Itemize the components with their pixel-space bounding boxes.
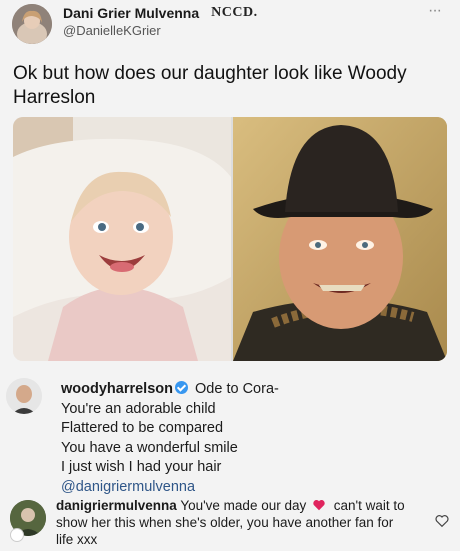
comment-username[interactable]: danigriermulvenna <box>56 498 177 513</box>
author-name-row: Dani Grier Mulvenna NCCD. <box>63 5 258 21</box>
heart-outline-icon[interactable] <box>434 513 450 529</box>
comment-text-before-emoji: You've made our day <box>180 498 307 513</box>
author-display-name[interactable]: Dani Grier Mulvenna <box>63 5 199 21</box>
tweet-media[interactable] <box>13 117 447 361</box>
comment-line-0: Ode to Cora- <box>195 381 279 397</box>
author-handle[interactable]: @DanielleKGrier <box>63 23 161 38</box>
ellipsis-icon[interactable]: ··· <box>428 2 442 20</box>
woody-photo <box>233 117 447 361</box>
comment-woody: woodyharrelson Ode to Cora- You're an ad… <box>61 380 279 497</box>
comment-username[interactable]: woodyharrelson <box>61 381 173 397</box>
comment-mention[interactable]: @danigriermulvenna <box>61 478 279 498</box>
comment-line-3: You have a wonderful smile <box>61 439 238 456</box>
comment-line-4: I just wish I had your hair <box>61 459 222 475</box>
profile-badge-icon <box>10 528 24 542</box>
baby-photo <box>13 117 231 361</box>
tweet-text: Ok but how does our daughter look like W… <box>13 63 407 108</box>
comment-dani: danigriermulvenna You've made our day ca… <box>56 497 406 548</box>
brand-logo: NCCD. <box>211 5 258 20</box>
red-heart-icon <box>313 500 325 511</box>
author-avatar[interactable] <box>12 4 52 44</box>
author-avatar-image <box>12 4 52 44</box>
commenter-avatar-woody[interactable] <box>6 378 42 414</box>
comment-line-2: Flattered to be compared <box>61 420 224 436</box>
verified-badge-icon <box>175 381 188 394</box>
comment-line-1: You're an adorable child <box>61 400 216 417</box>
comment-first-line: woodyharrelson Ode to Cora- <box>61 380 279 400</box>
